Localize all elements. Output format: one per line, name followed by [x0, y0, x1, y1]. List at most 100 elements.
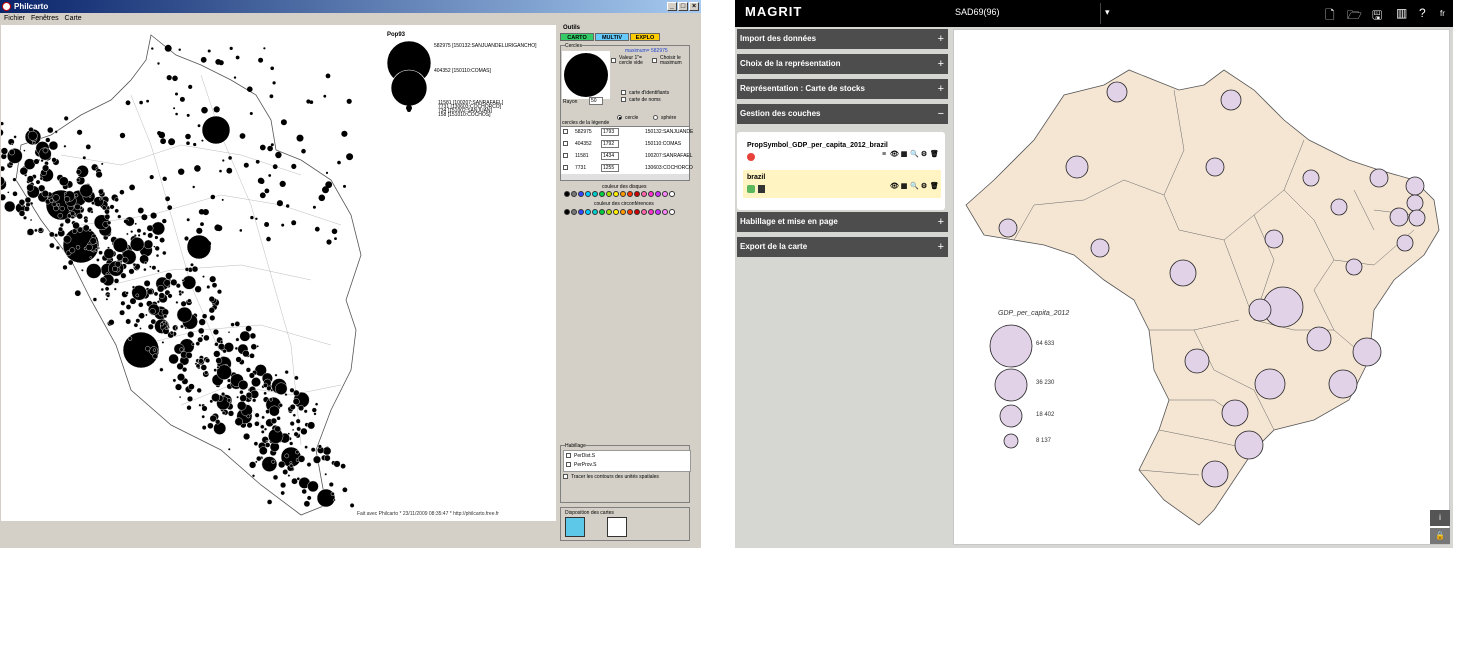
color-swatch[interactable] [641, 209, 647, 215]
color-swatch[interactable] [669, 209, 675, 215]
tab-carto[interactable]: CARTO [560, 33, 594, 41]
layer-item[interactable]: PropSymbol_GDP_per_capita_2012_brazil ≡ … [743, 138, 941, 166]
color-swatch[interactable] [669, 191, 675, 197]
close-button[interactable]: × [689, 2, 699, 11]
legend-list-scrollbar[interactable] [561, 174, 689, 180]
pop-circle [326, 239, 332, 245]
trash-icon[interactable]: 🗑 [930, 151, 939, 159]
color-swatch[interactable] [578, 209, 584, 215]
eye-icon[interactable]: 👁 [890, 151, 899, 159]
section-import[interactable]: Import des données + [737, 29, 948, 49]
section-gestion[interactable]: Gestion des couches − [737, 104, 948, 124]
circumference-color-palette[interactable] [564, 209, 676, 217]
identifiants-checkbox[interactable] [621, 90, 626, 95]
zoom-icon[interactable]: 🔍 [910, 151, 919, 159]
language-switch[interactable]: fr [1440, 9, 1445, 18]
color-swatch[interactable] [613, 209, 619, 215]
row-pos-input[interactable]: 1793 [601, 128, 619, 136]
row-checkbox[interactable] [563, 141, 568, 146]
color-swatch[interactable] [634, 209, 640, 215]
row-pos-input[interactable]: 1792 [601, 140, 619, 148]
color-swatch[interactable] [564, 209, 570, 215]
maximize-button[interactable]: □ [678, 2, 688, 11]
peru-map-canvas[interactable]: Pop93 582975 [150132:SANJUANDELURIGANCHO… [0, 25, 556, 521]
color-swatch[interactable] [662, 209, 668, 215]
project-name[interactable]: SAD69(96) [955, 7, 1000, 17]
menu-fenetres[interactable]: Fenêtres [31, 15, 59, 22]
valeur-checkbox[interactable] [611, 58, 616, 63]
gear-icon[interactable]: ⚙ [920, 151, 928, 159]
color-swatch[interactable] [620, 209, 626, 215]
habillage-checkbox-perprov[interactable] [566, 462, 571, 467]
color-swatch[interactable] [648, 191, 654, 197]
tab-explo[interactable]: EXPLO [630, 33, 660, 41]
multi-map-layout-icon[interactable] [565, 517, 585, 537]
section-export[interactable]: Export de la carte + [737, 237, 948, 257]
zoom-icon[interactable]: 🔍 [910, 183, 919, 191]
pop-circle [179, 96, 185, 102]
color-swatch[interactable] [599, 209, 605, 215]
color-swatch[interactable] [648, 209, 654, 215]
layer-item[interactable]: brazil 👁 ▦ 🔍 ⚙ 🗑 [743, 170, 941, 198]
table-icon[interactable]: ▦ [900, 183, 908, 191]
color-swatch[interactable] [634, 191, 640, 197]
section-representation[interactable]: Représentation : Carte de stocks + [737, 79, 948, 99]
table-icon[interactable]: ▦ [900, 151, 908, 159]
color-swatch[interactable] [564, 191, 570, 197]
trash-icon[interactable]: 🗑 [930, 183, 939, 191]
save-icon[interactable]: 🖫 [1372, 6, 1382, 27]
color-swatch[interactable] [655, 209, 661, 215]
row-checkbox[interactable] [563, 129, 568, 134]
rayon-input[interactable]: 50 [589, 97, 603, 105]
row-checkbox[interactable] [563, 165, 568, 170]
help-icon[interactable]: ? [1419, 6, 1426, 20]
color-swatch[interactable] [599, 191, 605, 197]
single-map-layout-icon[interactable] [607, 517, 627, 537]
row-pos-input[interactable]: 1434 [601, 152, 619, 160]
section-choix[interactable]: Choix de la représentation + [737, 54, 948, 74]
color-swatch[interactable] [627, 191, 633, 197]
color-swatch[interactable] [627, 209, 633, 215]
brazil-map-canvas[interactable]: GDP_per_capita_2012 64 633 36 230 18 402… [953, 29, 1450, 545]
trace-checkbox[interactable] [563, 474, 568, 479]
book-icon[interactable]: ▥ [1396, 6, 1407, 20]
row-pos-input[interactable]: 1255 [601, 164, 619, 172]
disc-color-palette[interactable] [564, 191, 676, 199]
color-swatch[interactable] [592, 209, 598, 215]
color-swatch[interactable] [571, 209, 577, 215]
color-swatch[interactable] [592, 191, 598, 197]
new-file-icon[interactable]: 🗋 [1325, 6, 1335, 27]
lock-icon[interactable]: 🔒 [1430, 528, 1450, 544]
color-swatch[interactable] [641, 191, 647, 197]
sphere-radio[interactable] [653, 115, 658, 120]
choisir-checkbox[interactable] [652, 58, 657, 63]
color-swatch[interactable] [606, 209, 612, 215]
color-swatch[interactable] [571, 191, 577, 197]
open-folder-icon[interactable]: 🗁 [1347, 6, 1362, 27]
chevron-down-icon[interactable]: ▾ [1105, 7, 1110, 18]
habillage-checkbox-perdist[interactable] [566, 453, 571, 458]
gear-icon[interactable]: ⚙ [920, 183, 928, 191]
section-habillage[interactable]: Habillage et mise en page + [737, 212, 948, 232]
tab-multiv[interactable]: MULTIV [595, 33, 629, 41]
noms-checkbox[interactable] [621, 97, 626, 102]
color-swatch[interactable] [585, 191, 591, 197]
color-swatch[interactable] [585, 209, 591, 215]
menu-carte[interactable]: Carte [65, 15, 82, 22]
color-swatch[interactable] [620, 191, 626, 197]
info-button[interactable]: i [1430, 510, 1450, 526]
color-swatch[interactable] [606, 191, 612, 197]
pop-circle [23, 205, 30, 212]
color-swatch[interactable] [578, 191, 584, 197]
join-table-icon[interactable] [758, 185, 765, 193]
color-swatch[interactable] [662, 191, 668, 197]
minimize-button[interactable]: _ [667, 2, 677, 11]
row-checkbox[interactable] [563, 153, 568, 158]
legend-icon[interactable]: ≡ [880, 151, 888, 159]
color-swatch[interactable] [655, 191, 661, 197]
cercle-radio[interactable] [617, 115, 622, 120]
pop-circle [114, 208, 119, 214]
eye-icon[interactable]: 👁 [890, 183, 899, 191]
menu-fichier[interactable]: Fichier [4, 15, 25, 22]
color-swatch[interactable] [613, 191, 619, 197]
